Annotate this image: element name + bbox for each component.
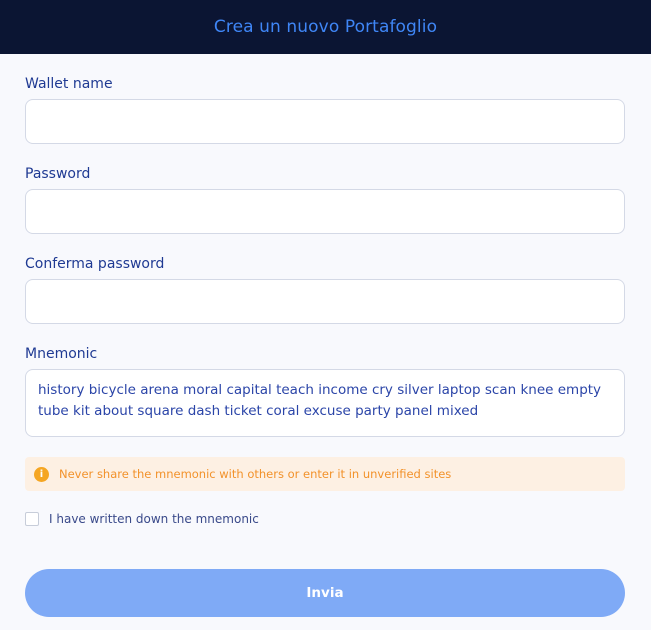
page-header: Crea un nuovo Portafoglio bbox=[0, 0, 651, 54]
mnemonic-confirmation-checkbox[interactable] bbox=[25, 512, 39, 526]
wallet-name-label: Wallet name bbox=[25, 76, 113, 92]
mnemonic-warning: i Never share the mnemonic with others o… bbox=[25, 457, 625, 491]
mnemonic-confirmation[interactable]: I have written down the mnemonic bbox=[25, 512, 259, 526]
mnemonic-confirmation-label[interactable]: I have written down the mnemonic bbox=[49, 512, 259, 526]
submit-button[interactable]: Invia bbox=[25, 569, 625, 617]
create-wallet-form: Wallet name Password Conferma password M… bbox=[0, 54, 651, 630]
password-label: Password bbox=[25, 166, 91, 182]
password-input[interactable] bbox=[25, 189, 625, 234]
confirm-password-input[interactable] bbox=[25, 279, 625, 324]
mnemonic-field[interactable]: history bicycle arena moral capital teac… bbox=[25, 369, 625, 437]
page-title: Crea un nuovo Portafoglio bbox=[213, 17, 438, 37]
warning-text: Never share the mnemonic with others or … bbox=[59, 467, 452, 481]
info-icon: i bbox=[34, 466, 49, 482]
wallet-name-input[interactable] bbox=[25, 99, 625, 144]
mnemonic-label: Mnemonic bbox=[25, 346, 98, 362]
confirm-password-label: Conferma password bbox=[25, 256, 165, 272]
